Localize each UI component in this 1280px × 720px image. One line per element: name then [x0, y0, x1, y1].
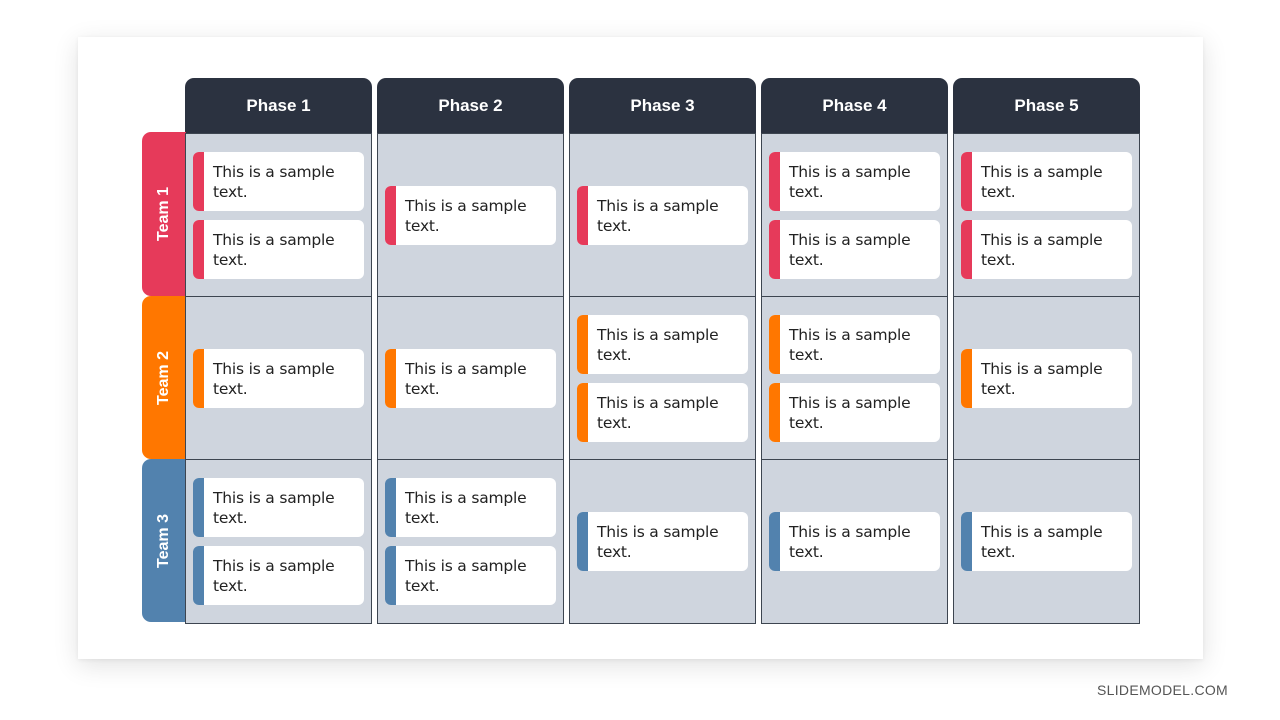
task-card[interactable]: This is a sample text.	[193, 152, 364, 211]
task-card[interactable]: This is a sample text.	[385, 186, 556, 245]
matrix-cell: This is a sample text. This is a sample t…	[185, 133, 372, 298]
card-text: This is a sample text.	[981, 230, 1103, 269]
team-label-text: Team 1	[155, 187, 173, 241]
matrix-cell: This is a sample text.	[953, 296, 1140, 461]
task-card[interactable]: This is a sample text.	[577, 315, 748, 374]
card-accent-bar	[385, 478, 396, 537]
phase-header-2: Phase 2	[377, 78, 564, 134]
card-accent-bar	[577, 186, 588, 245]
card-text: This is a sample text.	[213, 162, 335, 201]
card-text: This is a sample text.	[789, 393, 911, 432]
card-accent-bar	[385, 186, 396, 245]
task-card[interactable]: This is a sample text.	[769, 383, 940, 442]
card-accent-bar	[193, 152, 204, 211]
task-card[interactable]: This is a sample text.	[769, 152, 940, 211]
card-text: This is a sample text.	[789, 522, 911, 561]
card-accent-bar	[193, 546, 204, 605]
matrix-cell: This is a sample text. This is a sample t…	[377, 459, 564, 624]
matrix-cell: This is a sample text.	[569, 459, 756, 624]
card-accent-bar	[961, 220, 972, 279]
card-text: This is a sample text.	[789, 162, 911, 201]
team-label-1: Team 1	[142, 132, 186, 296]
card-text: This is a sample text.	[213, 556, 335, 595]
matrix-cell: This is a sample text.	[569, 133, 756, 298]
card-accent-bar	[577, 512, 588, 571]
task-card[interactable]: This is a sample text.	[769, 512, 940, 571]
task-card[interactable]: This is a sample text.	[193, 220, 364, 279]
card-text: This is a sample text.	[213, 230, 335, 269]
card-accent-bar	[193, 478, 204, 537]
card-accent-bar	[769, 383, 780, 442]
phase-header-3: Phase 3	[569, 78, 756, 134]
task-card[interactable]: This is a sample text.	[577, 512, 748, 571]
card-accent-bar	[193, 349, 204, 408]
task-card[interactable]: This is a sample text.	[385, 478, 556, 537]
task-card[interactable]: This is a sample text.	[193, 349, 364, 408]
card-accent-bar	[769, 220, 780, 279]
phase-header-5: Phase 5	[953, 78, 1140, 134]
team-label-text: Team 3	[155, 513, 173, 568]
card-accent-bar	[961, 349, 972, 408]
card-text: This is a sample text.	[789, 325, 911, 364]
card-text: This is a sample text.	[405, 196, 527, 235]
card-text: This is a sample text.	[981, 162, 1103, 201]
card-accent-bar	[385, 546, 396, 605]
matrix-cell: This is a sample text. This is a sample t…	[185, 459, 372, 624]
card-text: This is a sample text.	[405, 488, 527, 527]
team-label-text: Team 2	[155, 350, 173, 405]
task-card[interactable]: This is a sample text.	[769, 220, 940, 279]
card-accent-bar	[769, 512, 780, 571]
card-text: This is a sample text.	[405, 556, 527, 595]
card-text: This is a sample text.	[213, 488, 335, 527]
card-accent-bar	[385, 349, 396, 408]
task-card[interactable]: This is a sample text.	[577, 383, 748, 442]
matrix-cell: This is a sample text. This is a sample t…	[761, 296, 948, 461]
card-text: This is a sample text.	[597, 522, 719, 561]
matrix-cell: This is a sample text.	[761, 459, 948, 624]
card-accent-bar	[961, 512, 972, 571]
matrix-cell: This is a sample text. This is a sample t…	[953, 133, 1140, 298]
task-card[interactable]: This is a sample text.	[385, 349, 556, 408]
phase-header-4: Phase 4	[761, 78, 948, 134]
task-card[interactable]: This is a sample text.	[961, 349, 1132, 408]
task-card[interactable]: This is a sample text.	[961, 220, 1132, 279]
card-text: This is a sample text.	[213, 359, 335, 398]
task-card[interactable]: This is a sample text.	[193, 478, 364, 537]
card-accent-bar	[577, 315, 588, 374]
matrix-cell: This is a sample text. This is a sample t…	[761, 133, 948, 298]
card-text: This is a sample text.	[981, 359, 1103, 398]
matrix-cell: This is a sample text.	[377, 133, 564, 298]
card-text: This is a sample text.	[597, 196, 719, 235]
card-text: This is a sample text.	[789, 230, 911, 269]
watermark: SLIDEMODEL.COM	[1097, 682, 1228, 698]
matrix-cell: This is a sample text.	[953, 459, 1140, 624]
task-card[interactable]: This is a sample text.	[961, 512, 1132, 571]
task-card[interactable]: This is a sample text.	[769, 315, 940, 374]
card-accent-bar	[769, 315, 780, 374]
task-card[interactable]: This is a sample text.	[961, 152, 1132, 211]
card-accent-bar	[769, 152, 780, 211]
card-text: This is a sample text.	[981, 522, 1103, 561]
phase-header-1: Phase 1	[185, 78, 372, 134]
card-text: This is a sample text.	[597, 325, 719, 364]
card-accent-bar	[193, 220, 204, 279]
matrix-cell: This is a sample text. This is a sample t…	[569, 296, 756, 461]
team-label-3: Team 3	[142, 459, 186, 622]
task-card[interactable]: This is a sample text.	[577, 186, 748, 245]
team-label-2: Team 2	[142, 296, 186, 459]
card-accent-bar	[961, 152, 972, 211]
matrix-cell: This is a sample text.	[185, 296, 372, 461]
card-accent-bar	[577, 383, 588, 442]
card-text: This is a sample text.	[597, 393, 719, 432]
matrix-cell: This is a sample text.	[377, 296, 564, 461]
task-card[interactable]: This is a sample text.	[193, 546, 364, 605]
card-text: This is a sample text.	[405, 359, 527, 398]
task-card[interactable]: This is a sample text.	[385, 546, 556, 605]
